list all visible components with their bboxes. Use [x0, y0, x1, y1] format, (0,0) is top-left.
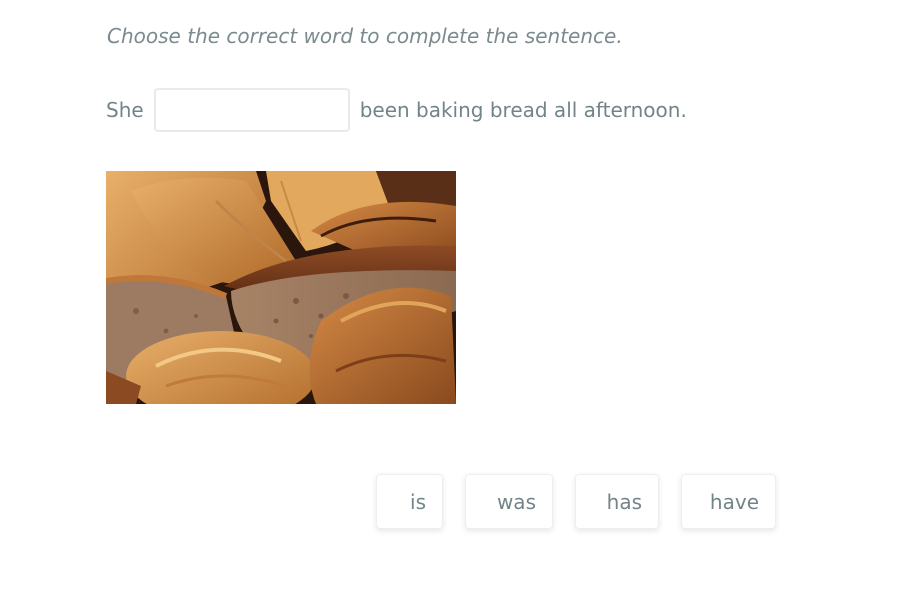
exercise-instruction: Choose the correct word to complete the …	[107, 24, 623, 48]
answer-blank-input[interactable]	[153, 87, 350, 132]
sentence: She been baking bread all afternoon.	[106, 86, 687, 133]
sentence-after: been baking bread all afternoon.	[359, 97, 687, 122]
bread-photo	[106, 171, 456, 404]
option-has-button[interactable]: has	[575, 474, 659, 529]
option-have-button[interactable]: have	[681, 474, 776, 529]
sentence-before: She	[106, 97, 144, 122]
option-was-button[interactable]: was	[465, 474, 553, 529]
option-is-button[interactable]: is	[376, 474, 443, 529]
